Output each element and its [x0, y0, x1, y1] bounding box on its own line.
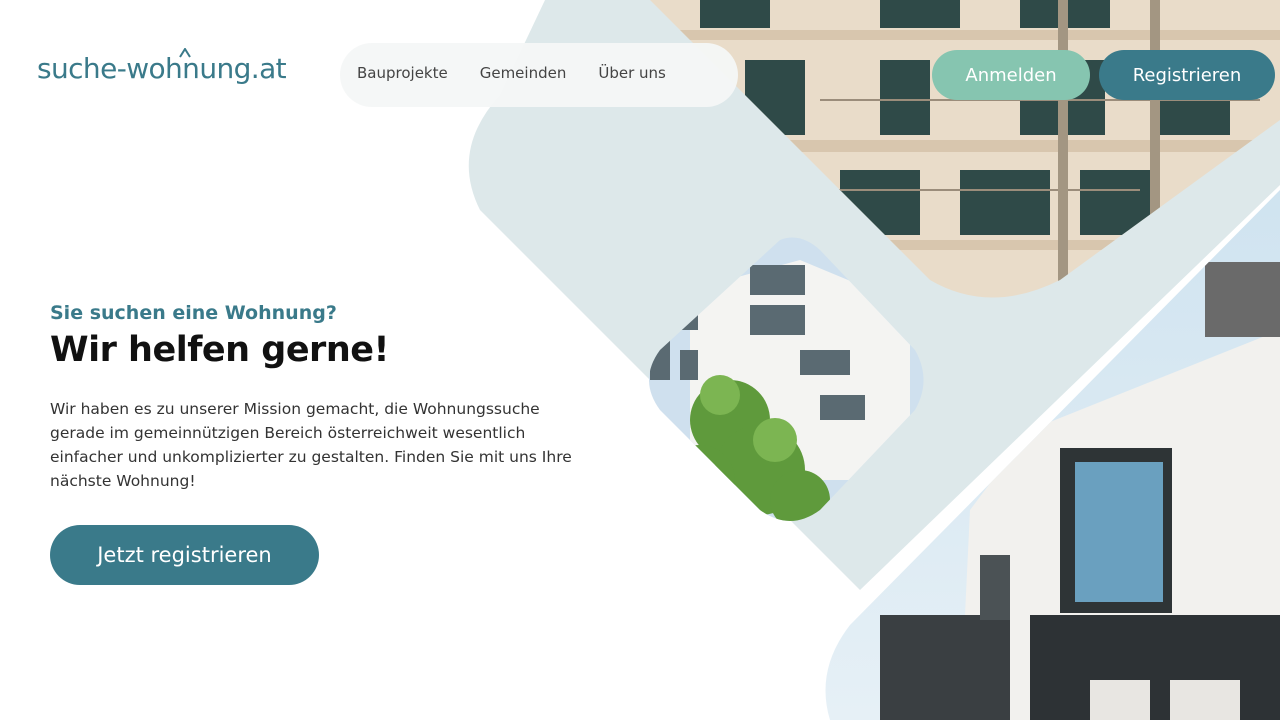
nav-item-gemeinden[interactable]: Gemeinden — [480, 64, 567, 82]
house-roof-icon — [179, 48, 191, 58]
nav-item-bauprojekte[interactable]: Bauprojekte — [357, 64, 448, 82]
cta-register-button[interactable]: Jetzt registrieren — [50, 525, 319, 585]
register-button[interactable]: Registrieren — [1099, 50, 1275, 100]
login-button[interactable]: Anmelden — [932, 50, 1090, 100]
hero-description: Wir haben es zu unserer Mission gemacht,… — [50, 400, 572, 490]
logo-text: suche-wohnung.at — [37, 52, 287, 85]
main-nav: Bauprojekte Gemeinden Über uns — [357, 64, 666, 82]
hero-headline: Wir helfen gerne! — [50, 330, 389, 370]
nav-item-ueber-uns[interactable]: Über uns — [598, 64, 666, 82]
hero-kicker: Sie suchen eine Wohnung? — [50, 302, 337, 324]
site-logo[interactable]: suche-wohnung.at — [37, 48, 287, 85]
